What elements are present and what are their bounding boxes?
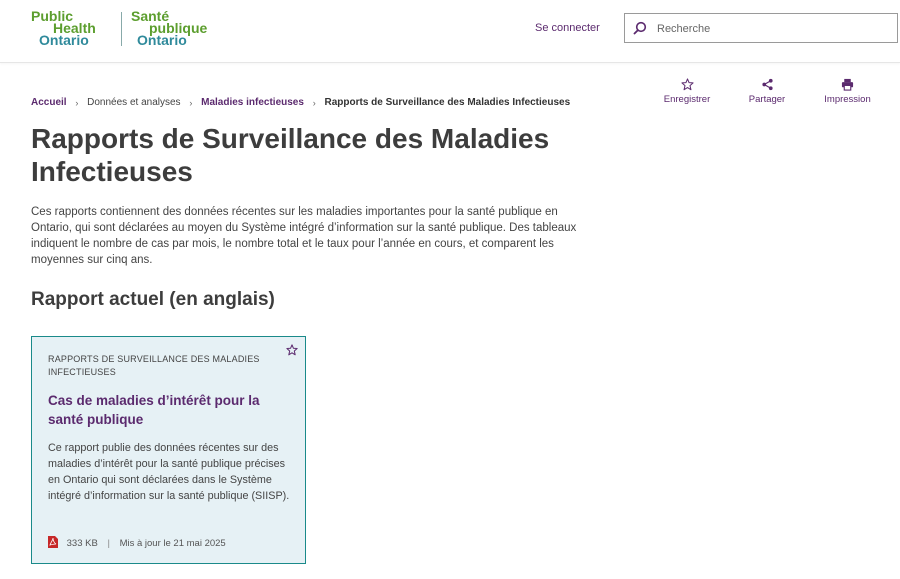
report-card[interactable]: RAPPORTS DE SURVEILLANCE DES MALADIES IN…: [31, 336, 306, 564]
pdf-icon: [48, 536, 64, 551]
breadcrumb-current: Rapports de Surveillance des Maladies In…: [324, 97, 571, 108]
print-label: Impression: [824, 94, 871, 105]
breadcrumb: Accueil › Données et analyses › Maladies…: [31, 97, 570, 108]
breadcrumb-separator: ›: [312, 97, 316, 108]
save-button[interactable]: Enregistrer: [662, 78, 712, 105]
logo-divider: [121, 12, 122, 46]
search-box[interactable]: [624, 13, 898, 43]
breadcrumb-infectious-diseases[interactable]: Maladies infectieuses: [201, 97, 304, 108]
card-description: Ce rapport publie des données récentes s…: [48, 442, 290, 502]
printer-icon: [841, 78, 854, 91]
section-title: Rapport actuel (en anglais): [31, 289, 275, 310]
card-meta: 333 KB | Mis à jour le 21 mai 2025: [48, 536, 226, 551]
breadcrumb-separator: ›: [75, 97, 79, 108]
share-button[interactable]: Partager: [742, 78, 792, 105]
share-icon: [761, 78, 773, 91]
share-label: Partager: [748, 94, 786, 105]
meta-separator: |: [107, 538, 110, 549]
search-input[interactable]: [655, 19, 889, 39]
search-icon: [633, 21, 647, 35]
print-button[interactable]: Impression: [820, 78, 875, 105]
logo-en-line3: Ontario: [39, 32, 89, 48]
page-title: Rapports de Surveillance des Maladies In…: [31, 123, 550, 187]
card-title[interactable]: Cas de maladies d’intérêt pour la santé …: [48, 391, 288, 429]
breadcrumb-home[interactable]: Accueil: [31, 97, 67, 108]
logo-french: Santé publique Ontario: [130, 9, 207, 47]
breadcrumb-data-analysis[interactable]: Données et analyses: [87, 97, 180, 108]
logo-english: Public Health Ontario: [31, 9, 96, 48]
star-icon: [680, 78, 694, 91]
star-icon[interactable]: [286, 344, 298, 356]
breadcrumb-separator: ›: [189, 97, 193, 108]
login-link[interactable]: Se connecter: [535, 22, 600, 34]
site-header: Public Health Ontario Santé publique Ont…: [0, 0, 900, 63]
page-intro: Ces rapports contiennent des données réc…: [31, 206, 577, 266]
save-label: Enregistrer: [663, 94, 711, 105]
card-category: RAPPORTS DE SURVEILLANCE DES MALADIES IN…: [48, 354, 260, 377]
file-size: 333 KB: [66, 538, 98, 549]
updated-date: Mis à jour le 21 mai 2025: [119, 538, 226, 549]
